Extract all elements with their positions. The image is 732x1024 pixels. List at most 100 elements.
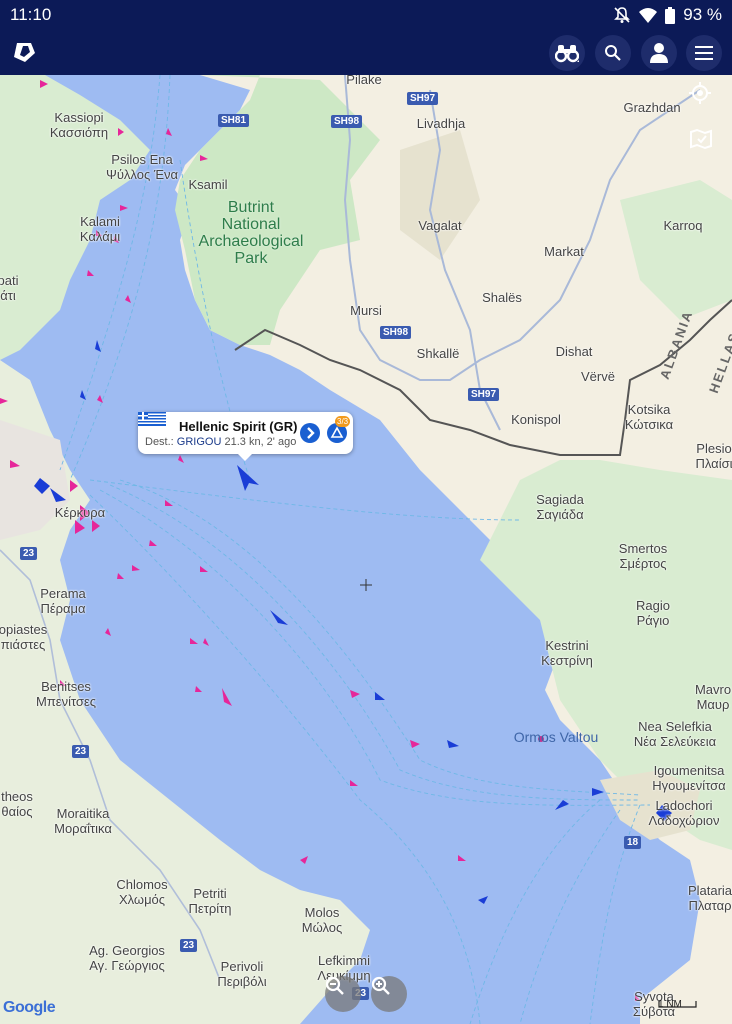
place-label: Plataria Πλαταρ <box>687 883 732 913</box>
vessel-marker <box>300 856 308 864</box>
place-label: Psilos Ena Ψύλλος Ένα <box>105 152 179 182</box>
place-label: Dishat <box>555 344 593 359</box>
location-target-icon <box>689 82 711 104</box>
vessel-marker <box>149 540 157 546</box>
vessel-name: Hellenic Spirit (GR) <box>179 419 298 434</box>
place-label: Perama Πέραμα <box>40 586 86 616</box>
vessel-marker <box>350 690 360 698</box>
place-label: Petriti Πετρίτη <box>188 886 232 916</box>
status-bar: 11:10 93 % <box>0 0 732 30</box>
app-bar <box>0 30 732 75</box>
battery-level: 93 % <box>683 5 722 24</box>
place-label: Nea Selefkia Νέα Σελεύκεια <box>633 719 717 749</box>
place-label: opiastes πιάστες <box>0 622 48 652</box>
map-crosshair <box>360 579 372 591</box>
place-label: Benitses Μπενίτσες <box>35 679 97 709</box>
vessel-marker <box>222 688 232 706</box>
map-view[interactable]: Pilake Grazhdan Livadhja Kassiopi Κασσιό… <box>0 75 732 1024</box>
place-label: Ag. Georgios Αγ. Γεώργιος <box>89 943 165 973</box>
place-label: Grazhdan <box>623 100 681 115</box>
vessel-marker <box>80 390 86 400</box>
place-label: Mursi <box>350 303 382 318</box>
place-label: Kassiopi Κασσιόπη <box>49 110 109 140</box>
place-label: Mavro Μαυρ <box>694 682 732 712</box>
place-label: Livadhja <box>416 116 466 131</box>
zoom-out-button[interactable] <box>325 976 361 1012</box>
park-label: Butrint National Archaeological Park <box>198 199 304 267</box>
vessel-popup[interactable]: Hellenic Spirit (GR) Dest.: GRIGOU 21.3 … <box>138 412 353 461</box>
vessel-marker <box>237 465 259 491</box>
place-label: Kalami Καλάμι <box>79 214 121 244</box>
map-layers-button[interactable] <box>689 128 719 158</box>
greece-flag-icon <box>138 412 166 426</box>
vessel-marker <box>178 455 184 463</box>
place-label: Vagalat <box>418 218 462 233</box>
vessel-marker <box>350 780 358 786</box>
vessel-marker <box>195 686 202 692</box>
road-shield: SH98 <box>380 326 412 339</box>
speed-time: 21.3 kn, 2' ago <box>224 436 297 448</box>
place-label: pati άτι <box>0 273 19 303</box>
place-label: Chlomos Χλωμός <box>116 877 168 907</box>
place-label: Markat <box>544 244 584 259</box>
place-label: Konispol <box>511 412 561 427</box>
menu-icon <box>695 46 713 60</box>
place-label: Karroq <box>663 218 703 233</box>
vessel-marker <box>478 896 488 904</box>
vessel-marker <box>190 638 198 644</box>
place-label: Smertos Σμέρτος <box>618 541 668 571</box>
vessel-marker <box>125 295 131 303</box>
place-label: Κέρκυρα <box>54 505 106 520</box>
vessel-marker <box>92 520 100 532</box>
road-shield: SH97 <box>468 388 500 401</box>
vessel-details: Dest.: GRIGOU 21.3 kn, 2' ago <box>145 436 296 448</box>
place-label: Sagiada Σαγιάδα <box>536 492 584 522</box>
place-label: Kotsika Κώτσικα <box>624 402 674 432</box>
vessel-marker <box>270 610 288 625</box>
scale-bar-icon <box>658 1001 697 1008</box>
binoculars-button[interactable] <box>549 35 585 71</box>
place-label: Ksamil <box>188 177 228 192</box>
vessel-marker <box>87 270 94 276</box>
my-location-button[interactable] <box>689 82 719 112</box>
map-layers-icon <box>690 128 712 150</box>
road-shield: SH97 <box>407 92 439 105</box>
place-label: Igoumenitsa Ηγουμενίτσα <box>652 763 726 793</box>
search-button[interactable] <box>595 35 631 71</box>
logo-icon[interactable] <box>12 40 36 64</box>
vessel-marker <box>165 500 173 506</box>
google-attribution: Google <box>3 999 56 1017</box>
vessel-marker <box>95 340 101 352</box>
vessel-marker <box>458 855 466 861</box>
destination-value: GRIGOU <box>176 436 222 448</box>
vessel-marker <box>447 740 459 748</box>
vessel-marker <box>200 566 208 572</box>
status-icons: 93 % <box>613 5 722 25</box>
vessel-marker <box>75 520 85 534</box>
account-button[interactable] <box>641 35 677 71</box>
destination-label: Dest.: <box>145 436 174 448</box>
menu-button[interactable] <box>686 35 722 71</box>
account-icon <box>650 43 668 63</box>
vessel-marker <box>375 692 385 700</box>
map-scale: 1 NM <box>658 999 697 1010</box>
google-logo: Google <box>3 999 56 1016</box>
place-label: Ragio Ράγιο <box>636 598 670 628</box>
zoom-in-button[interactable] <box>371 976 407 1012</box>
battery-icon <box>665 6 676 24</box>
notifications-off-icon <box>614 7 631 23</box>
road-shield: 23 <box>20 547 38 560</box>
vessel-marker <box>166 128 172 136</box>
wifi-icon <box>639 8 658 23</box>
road-shield: 23 <box>180 939 198 952</box>
vessel-details-button[interactable] <box>300 423 320 443</box>
place-label: Kestrini Κεστρίνη <box>541 638 593 668</box>
water-label: Ormos Valtou <box>513 729 599 745</box>
place-label: Moraitika Μοραΐτικα <box>54 806 112 836</box>
vessel-marker <box>120 205 128 211</box>
place-label: Molos Μώλος <box>301 905 343 935</box>
vessel-marker <box>592 788 604 796</box>
road-shield: SH98 <box>331 115 363 128</box>
place-label: Ladochori Λαδοχώριον <box>648 798 720 828</box>
vessel-marker <box>117 573 124 579</box>
